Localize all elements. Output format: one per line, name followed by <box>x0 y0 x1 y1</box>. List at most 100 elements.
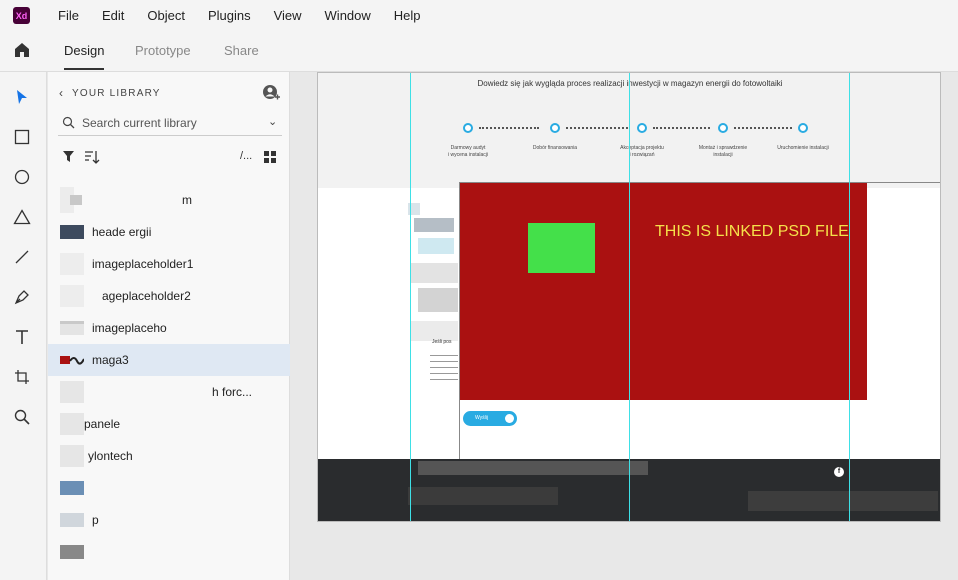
grid-view-icon[interactable] <box>264 151 276 163</box>
step-connector <box>479 127 539 129</box>
asset-item[interactable] <box>48 472 290 504</box>
blurred-content <box>410 321 458 341</box>
tab-share[interactable]: Share <box>224 43 259 58</box>
asset-item[interactable]: maga3 <box>48 344 290 376</box>
library-title: YOUR LIBRARY <box>72 88 161 99</box>
step-connector <box>566 127 628 129</box>
tab-design[interactable]: Design <box>64 43 104 58</box>
asset-item[interactable]: panele <box>48 408 290 440</box>
asset-item[interactable]: h forc... <box>48 376 290 408</box>
asset-thumbnail <box>60 187 84 213</box>
select-tool[interactable] <box>12 87 32 107</box>
list-view-icon[interactable]: /... <box>240 150 252 162</box>
step-label: Darmowy audyt i wycena instalacji <box>447 145 489 158</box>
facebook-icon[interactable]: f <box>834 467 844 477</box>
text-icon <box>16 330 28 344</box>
blurred-footer-content <box>748 491 938 511</box>
xd-logo-icon: Xd <box>13 7 30 24</box>
rectangle-icon <box>14 129 30 145</box>
filter-row: /... <box>48 148 290 168</box>
asset-label: p <box>92 513 99 527</box>
asset-label: ylontech <box>88 449 133 463</box>
mode-tab-bar: Design Prototype Share <box>0 31 958 72</box>
artboard-icon <box>15 370 29 384</box>
triangle-icon <box>13 209 31 225</box>
library-search: ⌄ <box>58 110 282 136</box>
polygon-tool[interactable] <box>12 207 32 227</box>
asset-item[interactable]: imageplaceholder1 <box>48 248 290 280</box>
asset-label: h forc... <box>212 385 253 399</box>
asset-item[interactable]: ageplaceholder2 <box>48 280 290 312</box>
menu-window[interactable]: Window <box>325 8 371 23</box>
asset-item[interactable]: heade ergii <box>48 216 290 248</box>
asset-label: imageplaceholder1 <box>92 257 194 271</box>
blurred-content <box>418 288 458 312</box>
rectangle-tool[interactable] <box>12 127 32 147</box>
home-icon[interactable] <box>13 41 31 59</box>
menu-plugins[interactable]: Plugins <box>208 8 251 23</box>
zoom-tool[interactable] <box>12 407 32 427</box>
artboard-tool[interactable] <box>12 367 32 387</box>
send-button[interactable]: Wyślij <box>463 411 517 426</box>
asset-item[interactable]: ylontech <box>48 440 290 472</box>
text-tool[interactable] <box>12 327 32 347</box>
asset-item[interactable]: imageplaceho <box>48 312 290 344</box>
search-input[interactable] <box>82 114 262 132</box>
asset-thumbnail <box>60 513 84 527</box>
menu-file[interactable]: File <box>58 8 79 23</box>
asset-list: m heade ergii imageplaceholder1 ageplace… <box>48 184 290 568</box>
blurred-content <box>410 263 458 283</box>
arrow-right-icon <box>505 414 514 423</box>
asset-label: ageplaceholder2 <box>102 289 191 303</box>
layout-guide <box>849 73 850 521</box>
layout-guide <box>629 73 630 521</box>
menu-object[interactable]: Object <box>147 8 185 23</box>
asset-item[interactable] <box>48 536 290 568</box>
pen-tool[interactable] <box>12 287 32 307</box>
library-header: ‹ YOUR LIBRARY <box>48 72 290 112</box>
form-text-lines <box>430 355 458 385</box>
selection-edge <box>459 182 460 460</box>
asset-thumbnail <box>60 353 85 367</box>
menu-view[interactable]: View <box>274 8 302 23</box>
magnifier-icon <box>14 409 30 425</box>
asset-item[interactable]: m <box>48 184 290 216</box>
asset-label: imageplaceho <box>92 321 167 335</box>
step-label: Montaż i sprawdzenie instalacji <box>698 145 748 158</box>
library-panel: ‹ YOUR LIBRARY ⌄ /... m heade ergii <box>48 72 290 580</box>
asset-thumbnail <box>60 321 84 335</box>
asset-label: m <box>182 193 192 207</box>
chevron-left-icon[interactable]: ‹ <box>59 86 63 100</box>
asset-thumbnail <box>60 381 84 403</box>
step-connector <box>653 127 710 129</box>
tab-prototype[interactable]: Prototype <box>135 43 191 58</box>
asset-item[interactable]: p <box>48 504 290 536</box>
user-add-icon[interactable] <box>262 84 280 102</box>
line-icon <box>15 250 29 264</box>
asset-thumbnail <box>60 413 84 435</box>
step-connector <box>734 127 792 129</box>
step-dot <box>550 123 560 133</box>
chevron-down-icon[interactable]: ⌄ <box>268 115 277 128</box>
canvas[interactable]: Dowiedz się jak wygląda proces realizacj… <box>291 72 958 580</box>
asset-thumbnail <box>60 481 84 495</box>
step-dot <box>798 123 808 133</box>
tool-bar <box>0 72 47 580</box>
ellipse-tool[interactable] <box>12 167 32 187</box>
blurred-content <box>418 238 454 254</box>
form-text: Jeśli pos <box>432 339 452 345</box>
active-tab-indicator <box>64 68 104 70</box>
linked-psd-image[interactable]: THIS IS LINKED PSD FILE <box>459 182 867 400</box>
step-label: Akceptacja projektu i rozwiązań <box>620 145 664 158</box>
asset-label: maga3 <box>92 353 129 367</box>
line-tool[interactable] <box>12 247 32 267</box>
selection-edge <box>459 182 940 183</box>
asset-label: panele <box>84 417 121 431</box>
menu-edit[interactable]: Edit <box>102 8 124 23</box>
filter-icon[interactable] <box>62 150 75 163</box>
menu-help[interactable]: Help <box>394 8 421 23</box>
asset-thumbnail <box>60 253 84 275</box>
asset-label: heade ergii <box>92 225 152 239</box>
artboard[interactable]: Dowiedz się jak wygląda proces realizacj… <box>317 72 941 522</box>
sort-icon[interactable] <box>84 150 100 164</box>
